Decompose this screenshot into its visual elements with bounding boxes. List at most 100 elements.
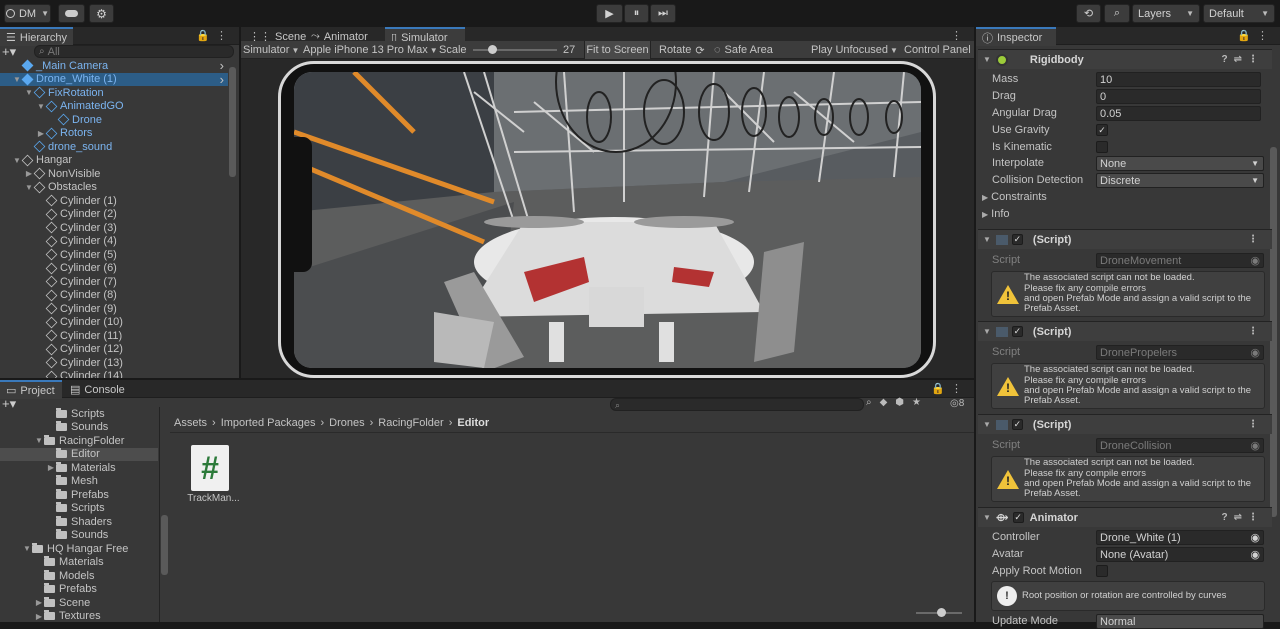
play-mode-dropdown[interactable]: Play Unfocused ▼: [811, 43, 898, 57]
hierarchy-scrollbar[interactable]: [229, 67, 236, 177]
script-enabled-checkbox[interactable]: ✓: [1011, 326, 1023, 337]
fit-to-screen-button[interactable]: Fit to Screen: [584, 41, 651, 59]
add-button[interactable]: +▾: [2, 44, 22, 59]
device-dropdown[interactable]: Apple iPhone 13 Pro Max ▼: [303, 43, 438, 57]
project-folder-item[interactable]: ▼ RacingFolder: [0, 434, 158, 448]
project-folder-item[interactable]: ▼ HQ Hangar Free: [0, 542, 158, 556]
hierarchy-item[interactable]: Cylinder (1): [0, 194, 228, 208]
safe-area-toggle[interactable]: ◌ Safe Area: [714, 43, 773, 57]
chevron-right-icon[interactable]: ▶: [24, 169, 34, 178]
component-menu-icons[interactable]: ?⇌⋮: [1222, 54, 1265, 65]
hierarchy-item[interactable]: Cylinder (3): [0, 221, 228, 235]
constraints-foldout[interactable]: ▶ Constraints: [982, 189, 1047, 205]
mass-field[interactable]: 10: [1096, 72, 1261, 87]
script-component-header[interactable]: ▼ ✓ (Script) ⋮: [978, 414, 1272, 434]
search-button[interactable]: ⌕: [1104, 4, 1130, 23]
project-folder-item[interactable]: Models: [0, 569, 158, 583]
hierarchy-item[interactable]: Cylinder (7): [0, 275, 228, 289]
project-tree-scrollbar[interactable]: [161, 515, 168, 575]
chevron-right-icon[interactable]: ▶: [34, 598, 44, 607]
component-menu-icon[interactable]: ⋮: [1248, 419, 1264, 430]
project-folder-item[interactable]: Shaders: [0, 515, 158, 529]
breadcrumb-item[interactable]: Assets: [174, 417, 207, 429]
hierarchy-item[interactable]: Cylinder (8): [0, 289, 228, 303]
apply-root-motion-checkbox[interactable]: [1096, 565, 1108, 577]
layout-dropdown[interactable]: Default ▼: [1203, 4, 1275, 23]
pause-button[interactable]: ⏸: [624, 4, 649, 23]
project-folder-item[interactable]: Scripts: [0, 502, 158, 516]
history-button[interactable]: ⟲: [1076, 4, 1101, 23]
angular-drag-field[interactable]: 0.05: [1096, 106, 1261, 121]
project-folder-item[interactable]: Sounds: [0, 421, 158, 435]
project-folder-item[interactable]: Materials: [0, 556, 158, 570]
animator-enabled-checkbox[interactable]: ✓: [1012, 512, 1024, 523]
breadcrumb-item[interactable]: Drones: [329, 417, 364, 429]
project-search-input[interactable]: ⌕: [610, 398, 864, 411]
project-folder-item[interactable]: Scripts: [0, 407, 158, 421]
script-component-header[interactable]: ▼ ✓ (Script) ⋮: [978, 229, 1272, 249]
hierarchy-item[interactable]: Cylinder (2): [0, 208, 228, 222]
game-view[interactable]: [294, 72, 921, 368]
panel-menu-icon[interactable]: 🔒⋮: [1237, 29, 1274, 42]
object-picker-icon[interactable]: ◉: [1250, 439, 1260, 452]
hierarchy-item[interactable]: Cylinder (14): [0, 370, 228, 378]
object-picker-icon[interactable]: ◉: [1250, 346, 1260, 359]
object-picker-icon[interactable]: ◉: [1250, 531, 1260, 544]
account-dropdown[interactable]: DM ▼: [4, 4, 51, 23]
hierarchy-item[interactable]: Cylinder (13): [0, 356, 228, 370]
breadcrumb-item-current[interactable]: Editor: [457, 417, 489, 429]
step-button[interactable]: ⏭: [650, 4, 676, 23]
hierarchy-item[interactable]: ▶ NonVisible: [0, 167, 228, 181]
interpolate-dropdown[interactable]: None ▼: [1096, 156, 1264, 171]
project-folder-item[interactable]: Editor: [0, 447, 158, 461]
hierarchy-item[interactable]: Cylinder (6): [0, 262, 228, 276]
tab-inspector[interactable]: ⓘ Inspector: [976, 27, 1056, 46]
panel-menu-icon[interactable]: 🔒⋮: [196, 29, 233, 42]
tab-console[interactable]: ▤ Console: [64, 380, 131, 399]
drag-field[interactable]: 0: [1096, 89, 1261, 104]
component-menu-icons[interactable]: ?⇌⋮: [1222, 512, 1265, 523]
rigidbody-header[interactable]: ▼ Rigidbody ?⇌⋮: [978, 49, 1272, 69]
project-folder-item[interactable]: Mesh: [0, 475, 158, 489]
scale-slider[interactable]: [473, 49, 557, 51]
hierarchy-item[interactable]: ▼ FixRotation: [0, 86, 228, 100]
hierarchy-item[interactable]: Drone: [0, 113, 228, 127]
avatar-field[interactable]: None (Avatar) ◉: [1096, 547, 1264, 562]
script-enabled-checkbox[interactable]: ✓: [1011, 234, 1023, 245]
chevron-down-icon[interactable]: ▼: [22, 544, 32, 553]
hierarchy-item[interactable]: ▶ Rotors: [0, 127, 228, 141]
use-gravity-checkbox[interactable]: ✓: [1096, 124, 1108, 136]
info-foldout[interactable]: ▶ Info: [982, 206, 1010, 222]
script-component-header[interactable]: ▼ ✓ (Script) ⋮: [978, 321, 1272, 341]
component-menu-icon[interactable]: ⋮: [1248, 234, 1264, 245]
cloud-button[interactable]: [58, 4, 85, 23]
hierarchy-item[interactable]: Cylinder (9): [0, 302, 228, 316]
play-button[interactable]: ▶: [596, 4, 623, 23]
hierarchy-item[interactable]: ▼ Obstacles: [0, 181, 228, 195]
chevron-right-icon[interactable]: ▶: [34, 612, 44, 621]
breadcrumb-item[interactable]: RacingFolder: [378, 417, 443, 429]
hierarchy-item[interactable]: _Main Camera ›: [0, 58, 228, 73]
hierarchy-item[interactable]: Cylinder (11): [0, 329, 228, 343]
hierarchy-item[interactable]: Cylinder (12): [0, 343, 228, 357]
hierarchy-item[interactable]: Cylinder (10): [0, 316, 228, 330]
animator-header[interactable]: ▼ ⟴ ✓ Animator ?⇌⋮: [978, 507, 1272, 527]
hierarchy-item[interactable]: ▼ Drone_White (1) ›: [0, 72, 228, 87]
script-enabled-checkbox[interactable]: ✓: [1011, 419, 1023, 430]
controller-field[interactable]: Drone_White (1) ◉: [1096, 530, 1264, 545]
script-field[interactable]: DroneCollision ◉: [1096, 438, 1264, 453]
hierarchy-item[interactable]: Cylinder (5): [0, 248, 228, 262]
project-folder-item[interactable]: Prefabs: [0, 583, 158, 597]
panel-menu-icon[interactable]: 🔒⋮: [931, 382, 968, 395]
object-picker-icon[interactable]: ◉: [1250, 548, 1260, 561]
asset-trackmanager[interactable]: # TrackMan...: [186, 443, 240, 509]
scale-slider-thumb[interactable]: [488, 45, 497, 54]
object-picker-icon[interactable]: ◉: [1250, 254, 1260, 267]
project-folder-item[interactable]: ▶ Scene: [0, 596, 158, 610]
hierarchy-item[interactable]: Cylinder (4): [0, 235, 228, 249]
chevron-down-icon[interactable]: ▼: [34, 436, 44, 445]
project-folder-item[interactable]: ▶ Textures: [0, 610, 158, 622]
is-kinematic-checkbox[interactable]: [1096, 141, 1108, 153]
search-input[interactable]: ⌕ All: [34, 45, 234, 58]
control-panel-button[interactable]: Control Panel: [904, 43, 971, 57]
